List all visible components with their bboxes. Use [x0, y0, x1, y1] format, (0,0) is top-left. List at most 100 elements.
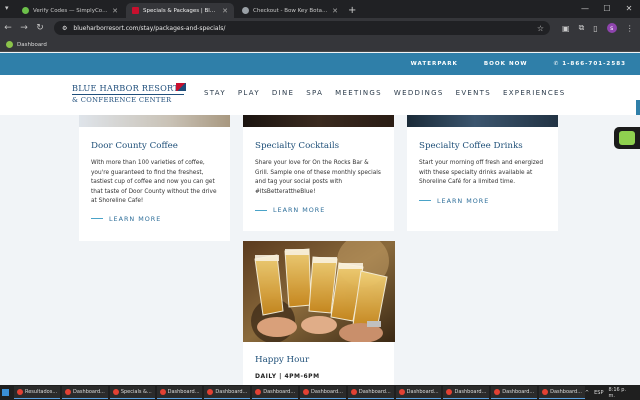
taskbar-item[interactable]: Dashboard...	[300, 386, 346, 399]
taskbar-label: Dashboard...	[311, 389, 343, 395]
taskbar-label: Resultados...	[24, 389, 58, 395]
learn-more-link[interactable]: LEARN MORE	[255, 206, 394, 214]
nav-experiences[interactable]: EXPERIENCES	[503, 89, 566, 97]
taskbar-item[interactable]: Dashboard...	[156, 386, 203, 399]
close-tab-icon[interactable]: ✕	[222, 7, 228, 15]
maximize-icon[interactable]: ☐	[596, 0, 618, 16]
menu-icon[interactable]: ⋮	[626, 24, 634, 33]
sidebar-icon[interactable]: ▯	[593, 24, 597, 33]
learn-more-dash	[419, 200, 431, 202]
logo-divider	[72, 94, 184, 95]
tab-search-icon[interactable]: ▾	[5, 4, 9, 12]
learn-more-label: LEARN MORE	[273, 206, 326, 215]
learn-more-link[interactable]: LEARN MORE	[91, 215, 230, 223]
clock[interactable]: 8:16 p. m.	[608, 387, 634, 399]
nav-dine[interactable]: DINE	[272, 89, 294, 97]
close-window-icon[interactable]: ✕	[618, 0, 640, 16]
back-icon[interactable]: ←	[0, 23, 16, 33]
new-tab-icon[interactable]: +	[348, 5, 356, 16]
tab-verify-codes[interactable]: Verify Codes — SimplyCodes ✕	[16, 3, 124, 18]
learn-more-label: LEARN MORE	[437, 196, 490, 205]
taskbar-label: Dashboard...	[167, 389, 200, 395]
bookmarks-bar: Dashboard	[0, 38, 640, 52]
taskbar-label: Dashboard...	[358, 389, 391, 395]
app-icon	[255, 389, 262, 395]
card-image	[243, 115, 394, 127]
tab-title: Verify Codes — SimplyCodes	[33, 7, 109, 14]
taskbar-item[interactable]: Dashboard...	[252, 386, 299, 399]
nav-meetings[interactable]: MEETINGS	[335, 89, 382, 97]
tab-checkout[interactable]: Checkout - Bow Key Botanicals ✕	[236, 3, 344, 18]
forward-icon[interactable]: →	[16, 23, 32, 33]
card-image	[407, 115, 558, 127]
nav-weddings[interactable]: WEDDINGS	[394, 89, 444, 97]
taskbar-item[interactable]: Dashboard...	[539, 386, 585, 399]
special-card-happy-hour: Happy Hour DAILY | 4PM-6PM	[243, 241, 395, 385]
nav-spa[interactable]: SPA	[306, 89, 323, 97]
url-field[interactable]: ⚙ blueharborresort.com/stay/packages-and…	[54, 21, 550, 35]
taskbar-item[interactable]: Dashboard...	[62, 386, 108, 399]
tab-title: Specials & Packages | Blue Harb	[143, 7, 218, 14]
taskbar-item[interactable]: Dashboard...	[491, 386, 538, 399]
close-tab-icon[interactable]: ✕	[112, 7, 118, 15]
special-card-specialty-cocktails: Specialty Cocktails Share your love for …	[243, 115, 394, 231]
browser-toolbar: ▣ ⧉ ▯ s ⋮	[562, 23, 634, 33]
taskbar-item[interactable]: Dashboard...	[347, 386, 394, 399]
nav-stay[interactable]: STAY	[204, 89, 226, 97]
special-card-specialty-coffee-drinks: Specialty Coffee Drinks Start your morni…	[407, 115, 558, 231]
taskbar-item[interactable]: Dashboard...	[204, 386, 251, 399]
learn-more-dash	[91, 218, 103, 220]
start-button[interactable]	[0, 385, 12, 400]
bookmark-star-icon[interactable]: ☆	[537, 24, 544, 33]
phone-icon: ✆	[553, 61, 560, 67]
taskbar-item[interactable]: Dashboard...	[443, 386, 490, 399]
extension-widget-icon	[619, 131, 635, 145]
utility-bar: WATERPARK BOOK NOW ✆ 1-866-701-2583	[0, 53, 640, 75]
card-title: Specialty Cocktails	[255, 141, 340, 151]
taskbar-item[interactable]: Specials &...	[109, 386, 155, 399]
taskbar-label: Dashboard...	[454, 389, 487, 395]
window-controls: — ☐ ✕	[574, 0, 640, 16]
app-icon	[398, 389, 405, 395]
specials-grid: Door County Coffee With more than 100 va…	[0, 115, 640, 385]
waterpark-link[interactable]: WATERPARK	[411, 61, 458, 67]
profile-avatar[interactable]: s	[606, 23, 617, 33]
card-title: Happy Hour	[255, 355, 310, 365]
site-header: BLUE HARBOR RESORT & CONFERENCE CENTER S…	[0, 75, 640, 115]
close-tab-icon[interactable]: ✕	[332, 7, 338, 15]
taskbar-item[interactable]: Resultados...	[13, 386, 60, 399]
language-indicator[interactable]: ESP	[594, 390, 603, 396]
taskbar-item[interactable]: Dashboard...	[395, 386, 442, 399]
app-icon	[207, 389, 214, 395]
learn-more-link[interactable]: LEARN MORE	[419, 197, 558, 205]
tray-chevron-icon[interactable]: ^	[585, 390, 589, 396]
taskbar-label: Specials &...	[120, 389, 152, 395]
opera-icon	[16, 389, 23, 395]
simplycodes-favicon-icon	[22, 7, 29, 14]
bookmark-dashboard[interactable]: Dashboard	[17, 42, 47, 48]
card-image	[79, 115, 230, 127]
book-now-link[interactable]: BOOK NOW	[484, 61, 528, 67]
card-description: Start your morning off fresh and energiz…	[419, 160, 544, 186]
extension-icon[interactable]: ▣	[562, 24, 570, 33]
puzzle-icon[interactable]: ⧉	[579, 23, 585, 33]
minimize-icon[interactable]: —	[574, 0, 596, 16]
taskbar-label: Dashboard...	[215, 389, 248, 395]
blue-harbor-favicon-icon	[132, 7, 139, 14]
tab-specials-packages[interactable]: Specials & Packages | Blue Harb ✕	[126, 3, 234, 18]
phone-link[interactable]: ✆ 1-866-701-2583	[554, 61, 626, 67]
app-icon	[446, 389, 453, 395]
nav-play[interactable]: PLAY	[238, 89, 260, 97]
taskbar-label: Dashboard...	[263, 389, 296, 395]
windows-logo-icon	[2, 389, 10, 396]
site-info-icon[interactable]: ⚙	[62, 25, 67, 32]
os-taskbar: Resultados... Dashboard... Specials &...…	[0, 385, 640, 400]
reload-icon[interactable]: ↻	[32, 23, 48, 33]
floating-widget-button[interactable]	[614, 127, 640, 149]
system-tray: ^ ESP 8:16 p. m.	[585, 387, 640, 399]
tab-title: Checkout - Bow Key Botanicals	[253, 7, 328, 14]
flag-logo-icon	[176, 83, 186, 91]
nav-events[interactable]: EVENTS	[456, 89, 491, 97]
card-title: Specialty Coffee Drinks	[419, 141, 523, 151]
site-logo[interactable]: BLUE HARBOR RESORT & CONFERENCE CENTER	[72, 83, 186, 104]
